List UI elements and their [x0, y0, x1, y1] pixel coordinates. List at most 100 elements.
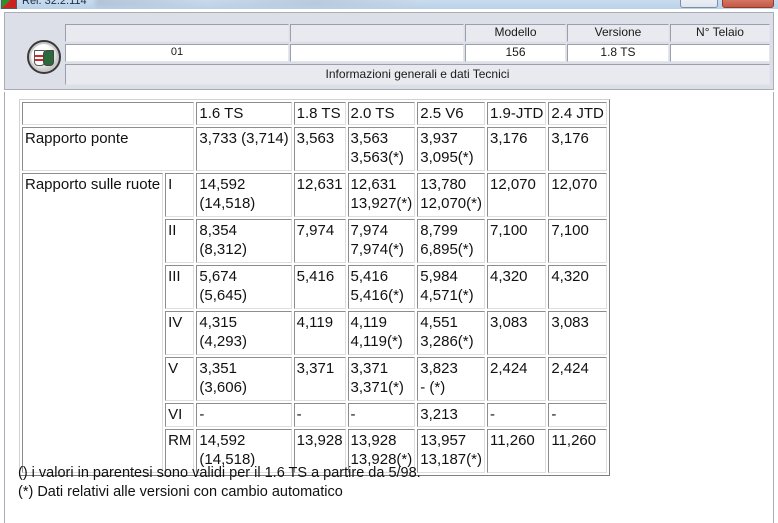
- gear-ratio-cell: 5,416 5,416(*): [347, 265, 416, 309]
- cell-value-line: 3,563(*): [350, 149, 404, 166]
- cell-value-line: 3,286(*): [420, 333, 474, 350]
- gear-label: III: [168, 268, 181, 285]
- cell-value-line: 4,571(*): [420, 287, 474, 304]
- model-field: 156: [465, 44, 566, 62]
- column-header-label: 2.5 V6: [420, 105, 464, 122]
- cell-value-line: 3,095(*): [420, 149, 474, 166]
- cell-value-line: 11,260: [489, 432, 535, 449]
- cell-value-line: 6,895(*): [420, 241, 474, 258]
- close-button[interactable]: [722, 0, 774, 8]
- column-header-4: 1.9-JTD: [486, 102, 547, 125]
- cell-value-line: 8,799: [420, 222, 458, 239]
- table-row-gear: Rapporto sulle ruote I 14,592 (14,518) 12,63…: [22, 173, 607, 473]
- cell-value-line: (4,293): [199, 333, 247, 350]
- gear-ratio-cell: -: [548, 403, 607, 427]
- cell-value-line: 2,424: [551, 360, 589, 377]
- gear-label: IV: [168, 314, 183, 331]
- cell-value-line: 7,100: [551, 222, 589, 239]
- cell-value-line: 3,563: [350, 130, 389, 147]
- cell-value-line: -: [350, 406, 356, 423]
- cell-value-line: 7,974(*): [350, 241, 404, 258]
- gear-ratio-cell: 4,119 4,119(*): [347, 311, 416, 355]
- cell-value-line: - (*): [420, 379, 446, 396]
- column-header-label: 1.6 TS: [199, 105, 244, 122]
- gear-ratio-cell: 4,551 3,286(*): [417, 311, 485, 355]
- cell-value-line: 5,416(*): [350, 287, 404, 304]
- bridge-ratio-cell: 3,563: [293, 127, 346, 171]
- gear-ratio-cell: 5,674 (5,645): [196, 265, 292, 309]
- gear-ratio-cell: 3,371 3,371(*): [347, 357, 416, 401]
- cell-value-line: 3,371(*): [350, 379, 404, 396]
- app-icon: [1, 0, 17, 9]
- cell-value-line: 4,119: [296, 314, 334, 331]
- cell-value-line: 4,320: [489, 268, 528, 285]
- cell-value-line: 3,563: [296, 130, 335, 147]
- gear-ratio-cell: 4,119: [293, 311, 346, 355]
- gear-ratio-cell: 12,631 13,927(*): [347, 173, 416, 217]
- gear-ratio-cell: 5,984 4,571(*): [417, 265, 485, 309]
- gear-ratio-cell: -: [293, 403, 346, 427]
- gear-ratio-cell: 2,424: [548, 357, 607, 401]
- column-header-label: 1.9-JTD: [489, 105, 544, 122]
- gear-ratio-cell: 8,799 6,895(*): [417, 219, 485, 263]
- gear-ratio-cell: -: [486, 403, 547, 427]
- alfa-romeo-logo-icon: [27, 40, 61, 74]
- cell-value-line: 5,416: [350, 268, 389, 285]
- cell-value-line: 5,674: [199, 268, 237, 285]
- titlebar-blur: [95, 0, 425, 7]
- gear-label: V: [168, 360, 179, 377]
- row-label: Rapporto sulle ruote: [25, 176, 161, 193]
- cell-value-line: 13,957: [420, 432, 467, 449]
- gear-ratio-cell: 3,213: [417, 403, 485, 427]
- cell-value-line: 2,424: [489, 360, 528, 377]
- gear-ratio-cell: -: [347, 403, 416, 427]
- gear-ratio-table: 1.6 TS 1.8 TS 2.0 TS 2.5 V6 1.9-JTD 2.4 JTD Ra…: [19, 99, 610, 476]
- gear-label-cell: I: [165, 173, 195, 217]
- gear-ratio-cell: 4,315 (4,293): [196, 311, 292, 355]
- cell-value-line: -: [489, 406, 495, 423]
- gear-ratio-cell: 11,260: [486, 429, 547, 473]
- bridge-ratio-cell: 3,176: [486, 127, 547, 171]
- section-title: Informazioni generali e dati Tecnici: [65, 64, 770, 85]
- cell-value-line: (5,645): [199, 287, 247, 304]
- cell-value-line: 13,928: [350, 432, 397, 449]
- gear-ratio-cell: 12,070: [486, 173, 547, 217]
- cell-value-line: 13,187(*): [420, 451, 482, 468]
- column-header-5: 2.4 JTD: [548, 102, 607, 125]
- gear-ratio-cell: 7,974: [293, 219, 346, 263]
- cell-value-line: 13,928: [296, 432, 343, 449]
- gear-ratio-cell: 3,083: [486, 311, 547, 355]
- gear-ratio-cell: 8,354 (8,312): [196, 219, 292, 263]
- cell-value-line: 3,083: [489, 314, 528, 331]
- footnote-automatic: (*) Dati relativi alle versioni con camb…: [18, 484, 343, 500]
- gear-label: RM: [168, 432, 192, 449]
- table-corner-cell: [22, 102, 195, 125]
- cell-value-line: (3,606): [199, 379, 247, 396]
- gear-ratio-cell: 7,974 7,974(*): [347, 219, 416, 263]
- cell-value-line: 12,631: [350, 176, 397, 193]
- cell-value-line: 7,974: [296, 222, 335, 239]
- header-field-blank: [290, 44, 464, 62]
- column-header-label: 1.8 TS: [296, 105, 341, 122]
- cell-value-line: 3,371: [350, 360, 389, 377]
- cell-value-line: 12,070(*): [420, 195, 482, 212]
- cell-value-line: 14,592: [199, 176, 246, 193]
- cell-value-line: 4,119: [350, 314, 387, 331]
- cell-value-line: 11,260: [551, 432, 597, 449]
- minimize-button[interactable]: [680, 0, 718, 8]
- cell-value-line: 4,315: [199, 314, 237, 331]
- row-label: Rapporto ponte: [25, 130, 129, 147]
- chassis-field: [670, 44, 770, 62]
- wheel-ratio-label: Rapporto sulle ruote: [22, 173, 164, 473]
- cell-value-line: 3,176: [551, 130, 589, 147]
- gear-label-cell: III: [165, 265, 195, 309]
- gear-label-cell: IV: [165, 311, 195, 355]
- vehicle-header: Modello Versione N° Telaio 01 156 1.8 TS…: [4, 12, 774, 90]
- cell-value-line: 4,119(*): [350, 333, 403, 350]
- window-titlebar: Rel. 32.2.114: [0, 0, 778, 9]
- gear-label-cell: VI: [165, 403, 195, 427]
- bridge-ratio-cell: 3,176: [548, 127, 607, 171]
- gear-label-cell: V: [165, 357, 195, 401]
- footnotes: () i valori in parentesi sono validi per…: [18, 464, 421, 502]
- gear-ratio-cell: 7,100: [548, 219, 607, 263]
